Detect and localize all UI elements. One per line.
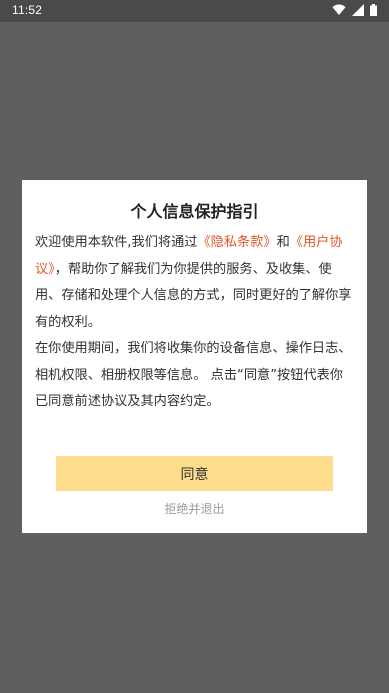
wifi-icon <box>332 4 346 16</box>
intro-suffix: ，帮助你了解我们为你提供的服务、及收集、使用、存储和处理个人信息的方式，同时更好… <box>35 261 352 330</box>
signal-icon <box>352 4 364 16</box>
status-bar: 11:52 <box>0 0 389 22</box>
permissions-paragraph: 在你使用期间，我们将收集你的设备信息、操作日志、相机权限、相册权限等信息。 点击… <box>35 341 352 409</box>
agree-button[interactable]: 同意 <box>56 456 333 491</box>
battery-icon <box>370 4 377 16</box>
intro-paragraph: 欢迎使用本软件,我们将通过《隐私条款》和《用户协议》，帮助你了解我们为你提供的服… <box>35 230 353 336</box>
refuse-and-exit-link[interactable]: 拒绝并退出 <box>22 500 367 517</box>
dialog-title: 个人信息保护指引 <box>130 202 259 221</box>
privacy-terms-link[interactable]: 《隐私条款》 <box>197 235 276 250</box>
dialog-body: 欢迎使用本软件,我们将通过《隐私条款》和《用户协议》，帮助你了解我们为你提供的服… <box>35 230 353 416</box>
privacy-dialog: 个人信息保护指引 欢迎使用本软件,我们将通过《隐私条款》和《用户协议》，帮助你了… <box>22 180 367 533</box>
intro-prefix: 欢迎使用本软件,我们将通过 <box>35 235 198 250</box>
status-icons <box>332 4 377 16</box>
and-text: 和 <box>276 235 290 250</box>
status-time: 11:52 <box>12 3 43 17</box>
